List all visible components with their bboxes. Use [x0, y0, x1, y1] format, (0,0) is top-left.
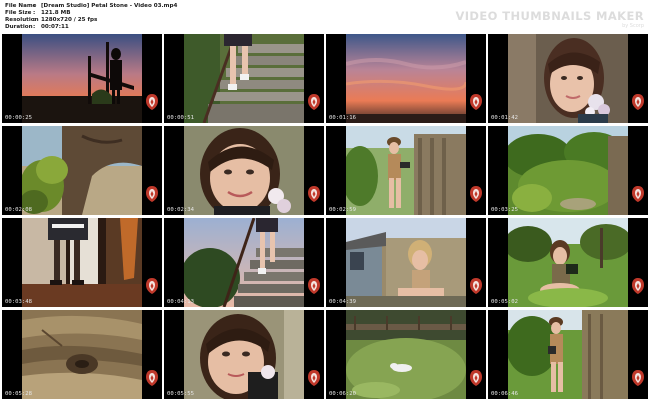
duration-row: Duration: 00:07:11: [5, 24, 69, 31]
brand-subtitle: by Scorp: [622, 23, 644, 29]
thumbnail-grid: 00:00:25 00:00:51 00:01:16 00:01:42 00:02:08…: [2, 34, 648, 400]
studio-logo-icon: [306, 369, 322, 387]
thumbnail-tile: 00:05:28: [2, 310, 162, 399]
studio-logo-icon: [144, 185, 160, 203]
studio-logo-icon: [144, 93, 160, 111]
thumbnail-timestamp: 00:01:42: [491, 115, 518, 121]
thumbnail-frame-tree-branch: [22, 126, 142, 215]
thumbnail-frame-grass-field: [346, 310, 466, 399]
info-header: File Name: [Dream Studio] Petal Stone - V…: [0, 0, 650, 34]
thumbnail-tile: 00:03:25: [488, 126, 648, 215]
studio-logo-icon: [306, 185, 322, 203]
thumbnail-tile: 00:06:20: [326, 310, 486, 399]
thumbnail-tile: 00:02:59: [326, 126, 486, 215]
thumbnail-tile: 00:01:16: [326, 34, 486, 123]
thumbnail-tile: 00:01:42: [488, 34, 648, 123]
thumbnail-frame-girl-sitting-grass: [508, 218, 628, 307]
thumbnail-tile: 00:06:46: [488, 310, 648, 399]
studio-logo-icon: [630, 369, 646, 387]
file-size-row: File Size:121.8 MB: [5, 10, 71, 17]
thumbnail-tile: 00:05:02: [488, 218, 648, 307]
thumbnail-timestamp: 00:04:39: [329, 299, 356, 305]
studio-logo-icon: [306, 93, 322, 111]
brand-watermark: VIDEO THUMBNAILS MAKER by Scorp: [455, 9, 644, 29]
thumbnail-timestamp: 00:00:25: [5, 115, 32, 121]
thumbnail-frame-stairs-legs: [184, 34, 304, 123]
thumbnail-tile: 00:00:51: [164, 34, 324, 123]
studio-logo-icon: [630, 93, 646, 111]
thumbnail-frame-stairs-evening: [184, 218, 304, 307]
studio-logo-icon: [468, 369, 484, 387]
thumbnail-tile: 00:02:34: [164, 126, 324, 215]
thumbnail-frame-closeup-flower: [508, 34, 628, 123]
thumbnail-timestamp: 00:06:20: [329, 391, 356, 397]
thumbnail-tile: 00:04:13: [164, 218, 324, 307]
file-size-value: 121.8 MB: [41, 10, 71, 17]
thumbnail-frame-sunset-silhouette: [22, 34, 142, 123]
thumbnail-frame-closeup-smile: [184, 126, 304, 215]
thumbnail-timestamp: 00:03:48: [5, 299, 32, 305]
thumbnail-tile: 00:04:39: [326, 218, 486, 307]
studio-logo-icon: [630, 185, 646, 203]
thumbnail-timestamp: 00:05:02: [491, 299, 518, 305]
thumbnail-frame-closeup-lookup: [184, 310, 304, 399]
thumbnail-timestamp: 00:05:28: [5, 391, 32, 397]
studio-logo-icon: [144, 369, 160, 387]
studio-logo-icon: [468, 185, 484, 203]
thumbnail-timestamp: 00:05:55: [167, 391, 194, 397]
thumbnail-timestamp: 00:00:51: [167, 115, 194, 121]
studio-logo-icon: [468, 277, 484, 295]
thumbnail-frame-girl-standing-grass: [508, 310, 628, 399]
thumbnail-timestamp: 00:02:34: [167, 207, 194, 213]
file-name-row: File Name: [Dream Studio] Petal Stone - V…: [5, 3, 178, 9]
thumbnail-timestamp: 00:02:59: [329, 207, 356, 213]
resolution-value: 1280x720 / 25 fps: [41, 17, 98, 24]
thumbnail-tile: 00:00:25: [2, 34, 162, 123]
duration-value: 00:07:11: [41, 24, 69, 31]
studio-logo-icon: [306, 277, 322, 295]
thumbnail-timestamp: 00:04:13: [167, 299, 194, 305]
file-info: File Name: [Dream Studio] Petal Stone - V…: [5, 3, 177, 31]
thumbnail-frame-sunset-sky: [346, 34, 466, 123]
thumbnail-frame-garden-green: [508, 126, 628, 215]
brand-title: VIDEO THUMBNAILS MAKER: [455, 9, 644, 23]
thumbnail-frame-wood-closeup: [22, 310, 142, 399]
studio-logo-icon: [630, 277, 646, 295]
thumbnail-frame-interior-door: [22, 218, 142, 307]
thumbnail-timestamp: 00:06:46: [491, 391, 518, 397]
thumbnail-frame-girl-wall: [346, 126, 466, 215]
studio-logo-icon: [144, 277, 160, 295]
thumbnail-tile: 00:03:48: [2, 218, 162, 307]
thumbnail-frame-shed-sitting: [346, 218, 466, 307]
resolution-row: Resolution: 1280x720 / 25 fps: [5, 17, 98, 24]
thumbnail-tile: 00:05:55: [164, 310, 324, 399]
thumbnail-tile: 00:02:08: [2, 126, 162, 215]
thumbnail-timestamp: 00:01:16: [329, 115, 356, 121]
studio-logo-icon: [468, 93, 484, 111]
thumbnail-timestamp: 00:03:25: [491, 207, 518, 213]
file-name-value: [Dream Studio] Petal Stone - Video 03.mp…: [41, 3, 178, 9]
thumbnail-timestamp: 00:02:08: [5, 207, 32, 213]
